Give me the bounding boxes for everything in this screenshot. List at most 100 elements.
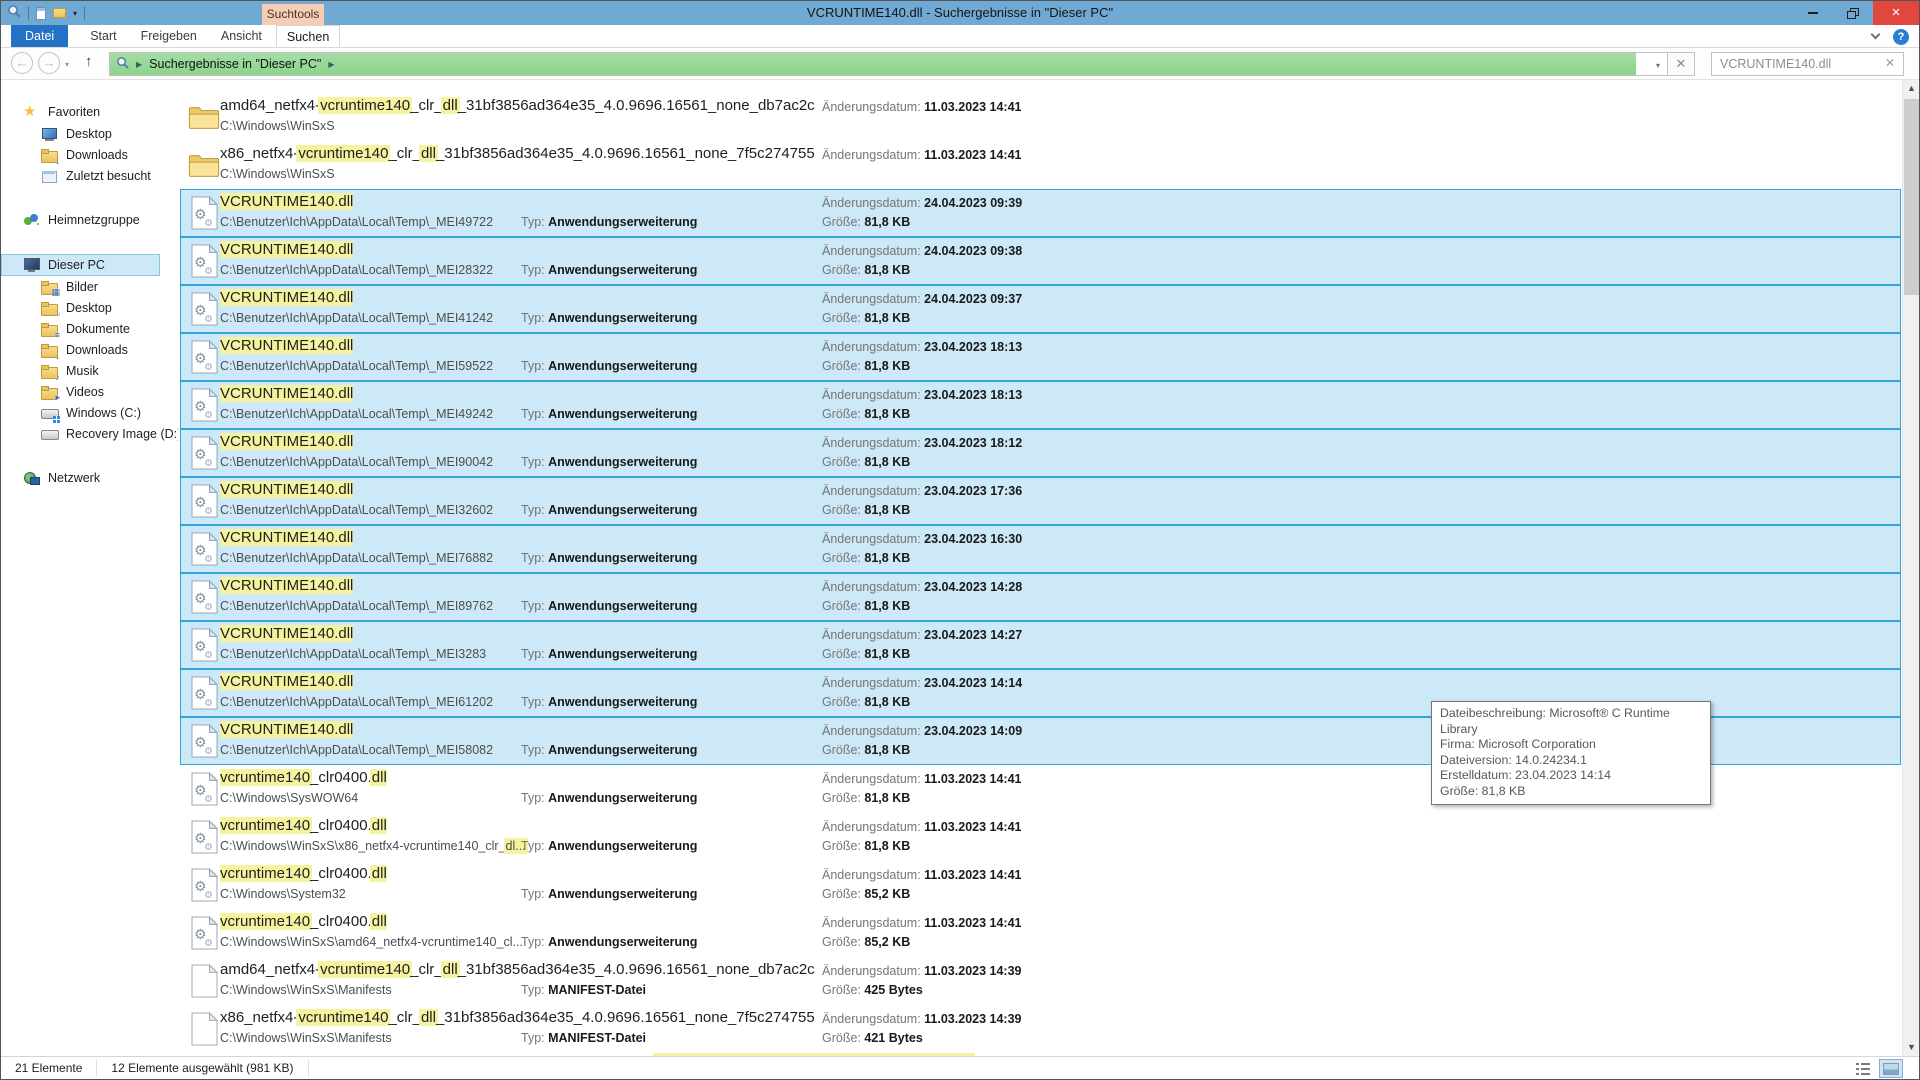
ribbon-tools: ? [1872, 25, 1909, 48]
sidebar-item-windows-c[interactable]: Windows (C:) [1, 402, 178, 423]
dll-icon: ⚙⚙ [188, 724, 220, 758]
file-size: Größe: 81,8 KB [822, 549, 1022, 568]
file-type: Typ: Anwendungserweiterung [521, 599, 697, 613]
qat-separator [84, 6, 85, 20]
folder-icon [188, 148, 220, 182]
breadcrumb-label[interactable]: Suchergebnisse in "Dieser PC" [149, 57, 321, 71]
sidebar-item-favoriten[interactable]: Favoriten [1, 101, 160, 123]
file-name: VCRUNTIME140.dll [220, 241, 353, 258]
stop-search-button[interactable]: ✕ [1667, 53, 1694, 75]
recent-icon [41, 168, 58, 184]
sidebar-item-heimnetzgruppe[interactable]: Heimnetzgruppe [1, 209, 160, 231]
help-icon[interactable]: ? [1893, 29, 1909, 45]
svg-text:⚙: ⚙ [204, 506, 213, 517]
scroll-up-icon[interactable]: ▲ [1903, 80, 1920, 97]
chevron-right-icon[interactable]: ▶ [328, 60, 334, 69]
vertical-scrollbar[interactable]: ▲ ▼ [1902, 80, 1919, 1056]
file-row[interactable]: x86_netfx4-vcruntime140_clr_dll_31bf3856… [180, 141, 1901, 189]
file-path: C:\Windows\WinSxS [220, 119, 335, 133]
file-size: Größe: 81,8 KB [822, 837, 1022, 856]
computer-icon [23, 257, 40, 273]
file-path: C:\Benutzer\Ich\AppData\Local\Temp\_MEI3… [220, 503, 493, 517]
file-row[interactable]: amd64_netfx4-vcruntime140_clr_dll_31bf38… [180, 93, 1901, 141]
sidebar-item-zuletzt-besucht[interactable]: Zuletzt besucht [1, 165, 178, 186]
sidebar-item-label: Desktop [66, 301, 112, 315]
customize-qat-arrow[interactable]: ▾ [73, 9, 77, 18]
new-folder-icon[interactable] [53, 8, 66, 18]
file-row[interactable]: ⚙⚙vcruntime140_clr0400.dllC:\Windows\Sys… [180, 861, 1901, 909]
file-path: C:\Benutzer\Ich\AppData\Local\Temp\_MEI9… [220, 455, 493, 469]
file-meta: Änderungsdatum: 24.04.2023 09:37Größe: 8… [822, 290, 1022, 328]
file-row[interactable]: ⚙⚙VCRUNTIME140.dllC:\Benutzer\Ich\AppDat… [180, 573, 1901, 621]
svg-text:⚙: ⚙ [204, 458, 213, 469]
tab-ansicht[interactable]: Ansicht [211, 25, 272, 47]
sidebar-item-recovery-image-d[interactable]: Recovery Image (D:) [1, 423, 178, 444]
tooltip-line: Größe: 81,8 KB [1440, 784, 1702, 800]
sidebar-item-dieser-pc[interactable]: Dieser PC [1, 254, 160, 276]
thumbnail-view-icon[interactable] [1879, 1059, 1903, 1078]
svg-text:⚙: ⚙ [204, 410, 213, 421]
file-row[interactable]: ⚙⚙VCRUNTIME140.dllC:\Benutzer\Ich\AppDat… [180, 237, 1901, 285]
history-dropdown-icon[interactable]: ▾ [65, 60, 69, 69]
details-view-icon[interactable] [1851, 1059, 1875, 1078]
tab-freigeben[interactable]: Freigeben [131, 25, 207, 47]
file-row[interactable]: ⚙⚙VCRUNTIME140.dllC:\Benutzer\Ich\AppDat… [180, 285, 1901, 333]
qat-separator [28, 6, 29, 20]
sidebar-item-desktop[interactable]: Desktop [1, 123, 178, 144]
up-button[interactable]: ↑ [85, 53, 93, 70]
file-row[interactable]: ⚙⚙VCRUNTIME140.dllC:\Benutzer\Ich\AppDat… [180, 189, 1901, 237]
svg-text:⚙: ⚙ [204, 218, 213, 229]
restore-button[interactable] [1833, 1, 1873, 25]
file-size: Größe: 81,8 KB [822, 501, 1022, 520]
sidebar-item-musik[interactable]: ♪Musik [1, 360, 178, 381]
scroll-down-icon[interactable]: ▼ [1903, 1039, 1920, 1056]
back-button[interactable]: ← [11, 52, 33, 74]
file-type: Typ: MANIFEST-Datei [521, 1031, 646, 1045]
file-row[interactable]: ⚙⚙VCRUNTIME140.dllC:\Benutzer\Ich\AppDat… [180, 381, 1901, 429]
chevron-right-icon[interactable]: ▶ [136, 60, 142, 69]
sidebar-item-bilder[interactable]: ▦Bilder [1, 276, 178, 297]
file-row[interactable]: ⚙⚙VCRUNTIME140.dllC:\Benutzer\Ich\AppDat… [180, 525, 1901, 573]
file-row[interactable]: ⚙⚙vcruntime140_clr0400.dllC:\Windows\Win… [180, 909, 1901, 957]
tab-start[interactable]: Start [80, 25, 126, 47]
sidebar-item-label: Dieser PC [48, 258, 105, 272]
file-meta: Änderungsdatum: 11.03.2023 14:41 [822, 146, 1022, 165]
file-row[interactable]: ⚙⚙VCRUNTIME140.dllC:\Benutzer\Ich\AppDat… [180, 477, 1901, 525]
dll-icon: ⚙⚙ [188, 196, 220, 230]
tab-suchen[interactable]: Suchen [276, 25, 340, 47]
properties-icon[interactable] [36, 7, 46, 20]
file-row[interactable]: amd64_netfx4-vcruntime140_clr_dll_31bf38… [180, 957, 1901, 1005]
file-meta: Änderungsdatum: 11.03.2023 14:41Größe: 8… [822, 866, 1022, 904]
search-input[interactable] [1712, 53, 1880, 75]
address-bar[interactable]: ▶ Suchergebnisse in "Dieser PC" ▶ ▾ ✕ [109, 52, 1695, 76]
address-dropdown-icon[interactable]: ▾ [1656, 61, 1660, 70]
file-row[interactable]: ⚙⚙VCRUNTIME140.dllC:\Benutzer\Ich\AppDat… [180, 333, 1901, 381]
tab-datei[interactable]: Datei [11, 25, 68, 47]
sidebar-item-downloads[interactable]: ↓Downloads [1, 144, 178, 165]
clear-search-icon[interactable]: ✕ [1885, 56, 1895, 70]
breadcrumb[interactable]: ▶ Suchergebnisse in "Dieser PC" ▶ [116, 53, 334, 75]
sidebar-item-videos[interactable]: ▸Videos [1, 381, 178, 402]
scrollbar-thumb[interactable] [1904, 99, 1919, 295]
minimize-button[interactable] [1793, 1, 1833, 25]
close-button[interactable]: × [1873, 1, 1919, 25]
sidebar-item-downloads[interactable]: ↓Downloads [1, 339, 178, 360]
file-row[interactable]: ⚙⚙vcruntime140_clr0400.dllC:\Windows\Win… [180, 813, 1901, 861]
collapse-ribbon-icon[interactable] [1871, 30, 1881, 40]
sidebar-item-desktop[interactable]: ▫Desktop [1, 297, 178, 318]
file-size: Größe: 421 Bytes [822, 1029, 1022, 1048]
file-name: VCRUNTIME140.dll [220, 625, 353, 642]
sidebar-item-dokumente[interactable]: ≡Dokumente [1, 318, 178, 339]
file-row[interactable]: ⚙⚙VCRUNTIME140.dllC:\Benutzer\Ich\AppDat… [180, 621, 1901, 669]
file-date: Änderungsdatum: 23.04.2023 18:13 [822, 338, 1022, 357]
dll-icon: ⚙⚙ [188, 868, 220, 902]
file-type: Typ: Anwendungserweiterung [521, 311, 697, 325]
file-row[interactable]: ⚙⚙VCRUNTIME140.dllC:\Benutzer\Ich\AppDat… [180, 429, 1901, 477]
search-box[interactable]: ✕ [1711, 52, 1904, 76]
file-date: Änderungsdatum: 11.03.2023 14:41 [822, 818, 1022, 837]
file-meta: Änderungsdatum: 24.04.2023 09:38Größe: 8… [822, 242, 1022, 280]
file-row[interactable]: x86_netfx4-vcruntime140_clr_dll_31bf3856… [180, 1005, 1901, 1053]
forward-button[interactable]: → [38, 52, 60, 74]
sidebar-item-netzwerk[interactable]: Netzwerk [1, 467, 160, 489]
file-date: Änderungsdatum: 11.03.2023 14:41 [822, 146, 1022, 165]
